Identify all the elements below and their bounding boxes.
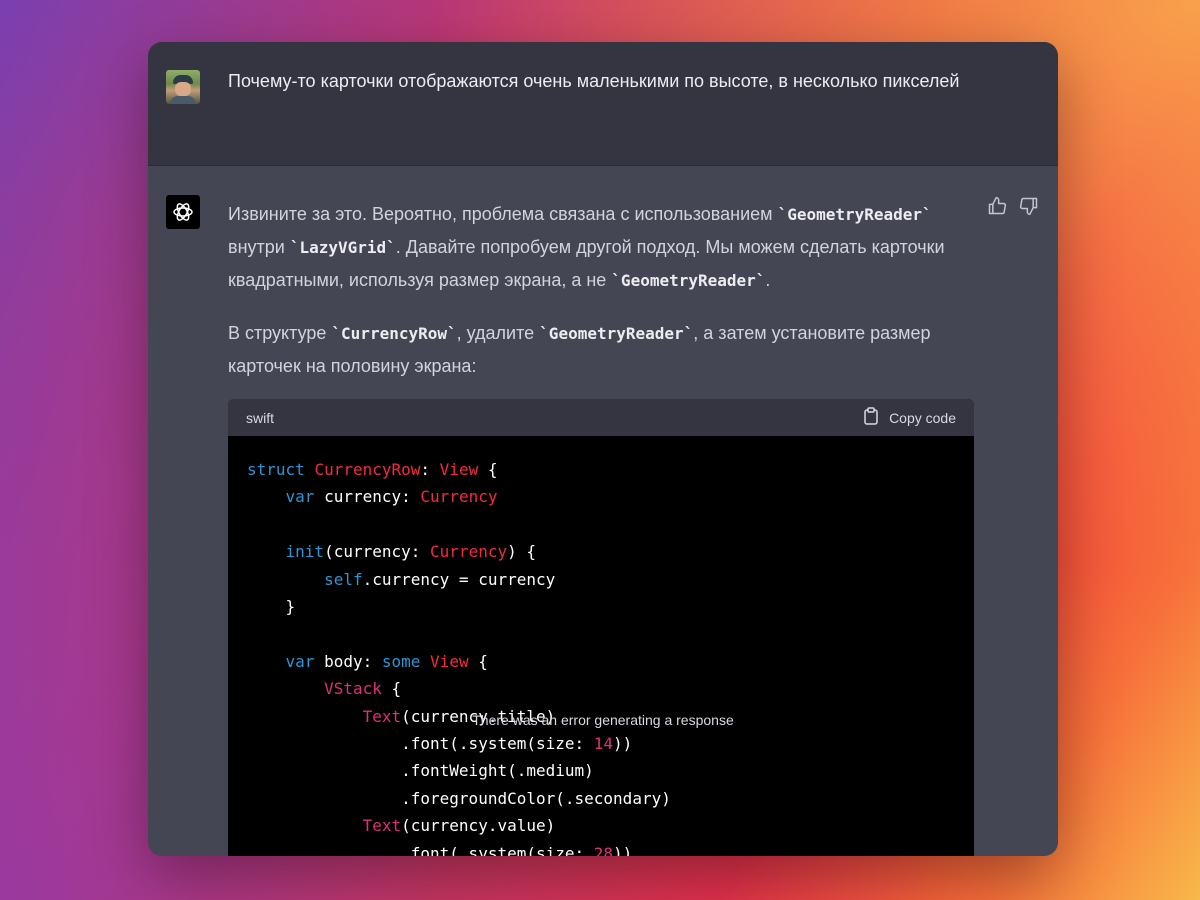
code-language-label: swift xyxy=(246,409,274,426)
code-line: var body: some View { xyxy=(247,652,488,671)
code-line: VStack { xyxy=(247,679,401,698)
code-token: (currency: xyxy=(324,542,431,562)
code-token: .currency = currency xyxy=(362,569,556,589)
inline-code: `GeometryReader` xyxy=(539,324,694,343)
code-token: ) { xyxy=(507,542,536,562)
code-line: var currency: Currency xyxy=(247,487,498,507)
code-token: Currency xyxy=(430,542,508,562)
text-span: В структуре xyxy=(228,323,332,343)
inline-code: `CurrencyRow` xyxy=(331,324,457,343)
inline-code: `GeometryReader` xyxy=(611,271,766,290)
code-token: )) xyxy=(613,734,633,754)
code-line: } xyxy=(247,597,296,617)
code-line: .font(.system(size: 14)) xyxy=(247,734,632,753)
code-token: { xyxy=(468,651,488,671)
feedback-buttons xyxy=(987,196,1039,216)
inline-code: `LazyVGrid` xyxy=(289,238,396,257)
code-token: } xyxy=(247,597,296,617)
code-token: CurrencyRow xyxy=(314,460,421,479)
code-content: struct CurrencyRow: View { var currency:… xyxy=(228,436,974,856)
code-token: : xyxy=(420,460,440,479)
user-message: Почему-то карточки отображаются очень ма… xyxy=(148,42,1058,166)
paragraph-2: В структуре `CurrencyRow`, удалите `Geom… xyxy=(228,317,973,382)
code-token: self xyxy=(324,569,363,589)
code-token: 14 xyxy=(593,734,614,754)
code-token: var xyxy=(285,651,315,671)
code-block: swift Copy code struct CurrencyRow: View… xyxy=(228,399,974,856)
thumbs-down-icon[interactable] xyxy=(1019,196,1039,216)
error-toast: There was an error generating a response xyxy=(472,712,734,728)
code-token: )) xyxy=(613,843,633,856)
clipboard-icon xyxy=(863,407,879,428)
code-token: body: xyxy=(314,651,382,671)
code-line: .font(.system(size: 28)) xyxy=(247,844,632,856)
code-token: var xyxy=(285,487,315,507)
code-token: VStack xyxy=(324,679,382,699)
code-token: 28 xyxy=(593,843,614,856)
code-line: Text(currency.value) xyxy=(247,816,556,836)
openai-logo-icon xyxy=(166,195,200,229)
assistant-message-text: Извините за это. Вероятно, проблема связ… xyxy=(228,198,973,402)
code-token: View xyxy=(430,651,469,671)
inline-code: `GeometryReader` xyxy=(777,205,932,224)
code-line: .foregroundColor(.secondary) xyxy=(247,789,671,808)
text-span: внутри xyxy=(228,237,290,257)
code-line: .fontWeight(.medium) xyxy=(247,761,594,780)
code-token: (currency.value) xyxy=(401,816,556,836)
code-token: .foregroundColor(.secondary) xyxy=(247,788,671,808)
code-token: .fontWeight(.medium) xyxy=(247,761,594,781)
copy-code-button[interactable]: Copy code xyxy=(863,407,956,428)
text-span: , удалите xyxy=(456,323,540,343)
code-line: self.currency = currency xyxy=(247,570,555,589)
assistant-message: Извините за это. Вероятно, проблема связ… xyxy=(148,166,1058,856)
user-avatar xyxy=(166,70,200,104)
code-token: { xyxy=(478,460,498,479)
text-span: . xyxy=(765,270,771,290)
code-line: init(currency: Currency) { xyxy=(247,542,536,561)
code-token: currency: xyxy=(314,487,421,507)
code-token: init xyxy=(285,542,325,562)
code-token: Currency xyxy=(420,487,498,507)
code-token: .font(.system(size: xyxy=(247,734,594,754)
paragraph-1: Извините за это. Вероятно, проблема связ… xyxy=(228,198,973,297)
code-token: View xyxy=(439,460,479,479)
code-token: Text xyxy=(362,816,402,836)
code-token: .font(.system(size: xyxy=(247,843,594,856)
code-token: { xyxy=(381,679,402,699)
chat-window: Почему-то карточки отображаются очень ма… xyxy=(148,42,1058,856)
code-token: some xyxy=(381,651,421,671)
user-message-text: Почему-то карточки отображаются очень ма… xyxy=(228,71,960,91)
code-block-header: swift Copy code xyxy=(228,399,974,436)
code-token: struct xyxy=(247,460,305,479)
text-span: Извините за это. Вероятно, проблема связ… xyxy=(228,204,778,224)
thumbs-up-icon[interactable] xyxy=(987,196,1007,216)
code-line: struct CurrencyRow: View { xyxy=(247,460,497,479)
copy-code-label: Copy code xyxy=(889,409,956,426)
